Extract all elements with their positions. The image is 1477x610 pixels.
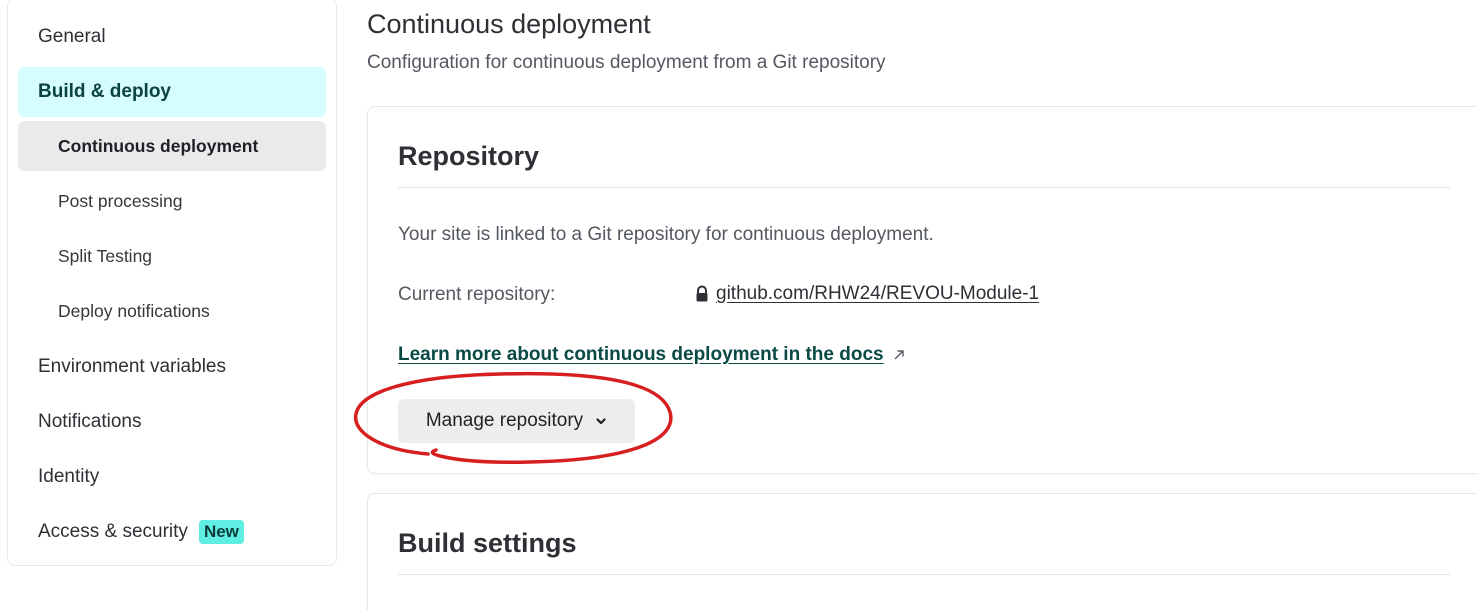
settings-sidebar: General Build & deploy Continuous deploy… [7, 0, 337, 566]
build-settings-card: Build settings [367, 493, 1477, 610]
card-divider [398, 574, 1450, 575]
manage-repository-label: Manage repository [425, 410, 584, 431]
external-link-icon [892, 348, 906, 362]
repository-description: Your site is linked to a Git repository … [398, 224, 934, 245]
sidebar-item-label: Split Testing [58, 245, 153, 266]
current-repository-value: github.com/RHW24/REVOU-Module-1 [694, 283, 1039, 305]
repository-link[interactable]: github.com/RHW24/REVOU-Module-1 [716, 283, 1039, 305]
sidebar-item-environment-variables[interactable]: Environment variables [18, 342, 326, 392]
sidebar-item-label: Continuous deployment [58, 135, 259, 156]
docs-link[interactable]: Learn more about continuous deployment i… [398, 344, 884, 366]
sidebar-item-label: Deploy notifications [58, 300, 210, 321]
sidebar-item-label: Identity [38, 466, 100, 487]
sidebar-item-access-security[interactable]: Access & security New [18, 507, 326, 557]
sidebar-item-label: Post processing [58, 190, 183, 211]
sidebar-item-identity[interactable]: Identity [18, 452, 326, 502]
card-divider [398, 187, 1450, 188]
docs-link-row: Learn more about continuous deployment i… [398, 344, 906, 366]
sidebar-item-build-deploy[interactable]: Build & deploy [18, 67, 326, 117]
sidebar-item-continuous-deployment[interactable]: Continuous deployment [18, 121, 326, 171]
new-badge: New [198, 520, 244, 544]
chevron-down-icon [595, 415, 607, 427]
sidebar-item-label: Notifications [38, 411, 142, 432]
sidebar-item-label: General [38, 26, 106, 47]
current-repository-label: Current repository: [398, 284, 556, 305]
page-subtitle: Configuration for continuous deployment … [367, 52, 886, 73]
page-title: Continuous deployment [367, 9, 651, 39]
manage-repository-button[interactable]: Manage repository [398, 399, 635, 443]
sidebar-item-deploy-notifications[interactable]: Deploy notifications [18, 286, 326, 336]
sidebar-item-general[interactable]: General [18, 12, 326, 62]
sidebar-item-label: Build & deploy [38, 81, 171, 102]
repository-card: Repository Your site is linked to a Git … [367, 106, 1477, 474]
sidebar-item-split-testing[interactable]: Split Testing [18, 231, 326, 281]
sidebar-item-label: Environment variables [38, 356, 226, 377]
sidebar-item-notifications[interactable]: Notifications [18, 397, 326, 447]
sidebar-item-label: Access & security [38, 521, 188, 542]
build-settings-title: Build settings [398, 528, 577, 558]
repository-card-title: Repository [398, 141, 540, 171]
sidebar-item-post-processing[interactable]: Post processing [18, 176, 326, 226]
lock-icon [694, 285, 710, 303]
